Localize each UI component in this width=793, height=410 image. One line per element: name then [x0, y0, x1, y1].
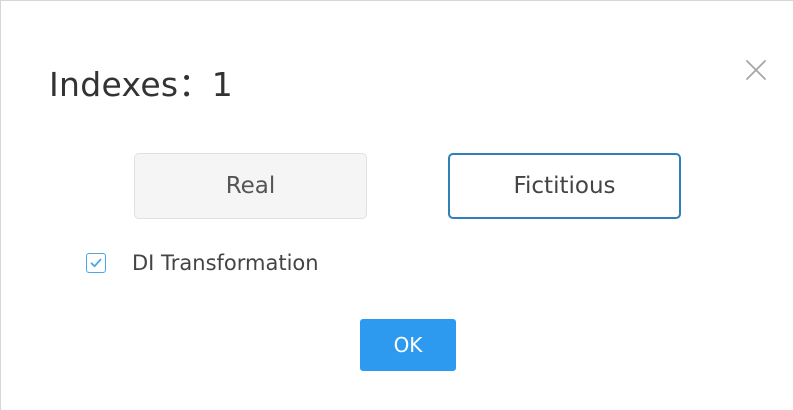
checkmark-icon: [90, 258, 102, 268]
close-button[interactable]: [742, 56, 770, 84]
ok-button[interactable]: OK: [360, 319, 456, 371]
di-transformation-checkbox-row[interactable]: DI Transformation: [86, 248, 319, 278]
dialog-title: Indexes：1: [49, 65, 234, 104]
di-transformation-label: DI Transformation: [132, 251, 319, 275]
di-transformation-checkbox[interactable]: [86, 253, 106, 273]
close-icon: [746, 60, 766, 80]
fictitious-option-button[interactable]: Fictitious: [448, 153, 681, 219]
real-option-button[interactable]: Real: [134, 153, 367, 219]
index-type-dialog: Indexes：1 Real Fictitious DI Transformat…: [0, 0, 793, 410]
